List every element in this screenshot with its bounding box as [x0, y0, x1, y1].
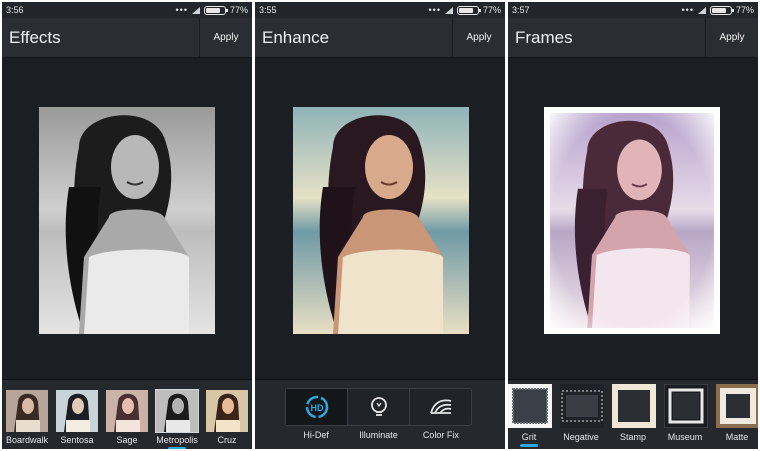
hi-def-button[interactable]: HD [286, 389, 348, 425]
screen-title: Enhance [262, 27, 330, 47]
top-bar: Enhance Apply [255, 18, 505, 58]
screen-title: Frames [515, 27, 573, 47]
enhance-screen: 3:55 ••• 77% Enhance Apply HD Hi-Def Ill… [255, 2, 505, 449]
effect-preview [155, 389, 199, 433]
signal-icon [444, 6, 453, 14]
battery-percent: 77% [735, 5, 754, 15]
photo-image [293, 107, 469, 334]
effects-screen: 3:56 ••• 77% Effects Apply Boardwalk Sen… [2, 2, 252, 449]
illuminate-button[interactable] [348, 389, 410, 425]
screenshot-frame: 3:56 ••• 77% Effects Apply Boardwalk Sen… [0, 0, 760, 451]
apply-button[interactable]: Apply [705, 18, 758, 57]
svg-text:HD: HD [310, 403, 323, 413]
effect-label: Cruz [217, 435, 237, 445]
battery-icon [709, 5, 734, 15]
photo-canvas [2, 59, 252, 379]
effect-label: Sage [116, 435, 138, 445]
effect-thumb-metropolis[interactable]: Metropolis [155, 389, 199, 449]
notification-dots-icon: ••• [681, 5, 694, 15]
status-bar: 3:55 ••• 77% [255, 2, 505, 18]
photo-image [39, 107, 215, 334]
status-time: 3:57 [512, 5, 530, 15]
effect-preview [206, 390, 248, 432]
effect-label: Boardwalk [6, 435, 49, 445]
preview-photo[interactable] [39, 107, 215, 334]
signal-icon [191, 6, 200, 14]
frame-preview [612, 384, 656, 428]
battery-icon [203, 5, 228, 15]
screen-title: Effects [9, 27, 61, 47]
notification-dots-icon: ••• [175, 5, 188, 15]
effect-label: Metropolis [156, 435, 198, 445]
enhance-tool-group: HD [285, 388, 472, 426]
hd-icon: HD [305, 395, 328, 419]
frame-preview [716, 384, 758, 428]
color-fix-button[interactable] [410, 389, 471, 425]
battery-percent: 77% [229, 5, 248, 15]
effect-preview [6, 390, 48, 432]
battery-percent: 77% [482, 5, 501, 15]
illuminate-label: Illuminate [359, 430, 398, 440]
notification-dots-icon: ••• [428, 5, 441, 15]
effect-preview [56, 390, 98, 432]
effect-preview [106, 390, 148, 432]
frame-preview [560, 384, 604, 428]
frames-screen: 3:57 ••• 77% Frames Apply Grit Negative … [508, 2, 758, 449]
apply-button[interactable]: Apply [199, 18, 252, 57]
enhance-tray: HD Hi-Def Illuminate Color Fix [255, 379, 505, 449]
effect-thumb-boardwalk[interactable]: Boardwalk [6, 390, 48, 449]
color-fix-icon [429, 399, 451, 414]
frames-tray: Grit Negative Stamp Museum Matte [508, 379, 758, 449]
frame-thumb-stamp[interactable]: Stamp [612, 384, 656, 447]
battery-icon [456, 5, 481, 15]
effects-tray: Boardwalk Sentosa Sage Metropolis Cruz [2, 379, 252, 449]
frame-label: Museum [667, 432, 703, 442]
effect-thumb-sage[interactable]: Sage [106, 390, 148, 449]
preview-photo[interactable] [544, 107, 720, 334]
frame-label: Negative [563, 432, 599, 442]
frame-preview [508, 384, 552, 428]
status-bar: 3:57 ••• 77% [508, 2, 758, 18]
photo-canvas [508, 59, 758, 379]
frame-label: Matte [725, 432, 749, 442]
frame-thumb-negative[interactable]: Negative [560, 384, 604, 447]
hi-def-label: Hi-Def [303, 430, 329, 440]
frame-label: Stamp [619, 432, 646, 442]
photo-image [550, 113, 714, 328]
frame-thumb-museum[interactable]: Museum [663, 383, 709, 447]
photo-canvas [255, 59, 505, 379]
color-fix-label: Color Fix [422, 430, 459, 440]
effect-label: Sentosa [60, 435, 94, 445]
status-bar: 3:56 ••• 77% [2, 2, 252, 18]
top-bar: Effects Apply [2, 18, 252, 58]
frame-label: Grit [521, 432, 537, 442]
frame-thumb-grit[interactable]: Grit [508, 384, 552, 447]
effect-thumb-sentosa[interactable]: Sentosa [56, 390, 98, 449]
status-time: 3:55 [259, 5, 277, 15]
signal-icon [697, 6, 706, 14]
selected-indicator [520, 444, 538, 447]
selected-indicator [168, 447, 186, 449]
frame-thumb-matte[interactable]: Matte [716, 384, 758, 447]
top-bar: Frames Apply [508, 18, 758, 58]
frame-preview [663, 383, 709, 429]
bulb-icon [370, 397, 387, 416]
effect-thumb-cruz[interactable]: Cruz [206, 390, 248, 449]
preview-photo[interactable] [293, 107, 469, 334]
apply-button[interactable]: Apply [452, 18, 505, 57]
status-time: 3:56 [6, 5, 24, 15]
